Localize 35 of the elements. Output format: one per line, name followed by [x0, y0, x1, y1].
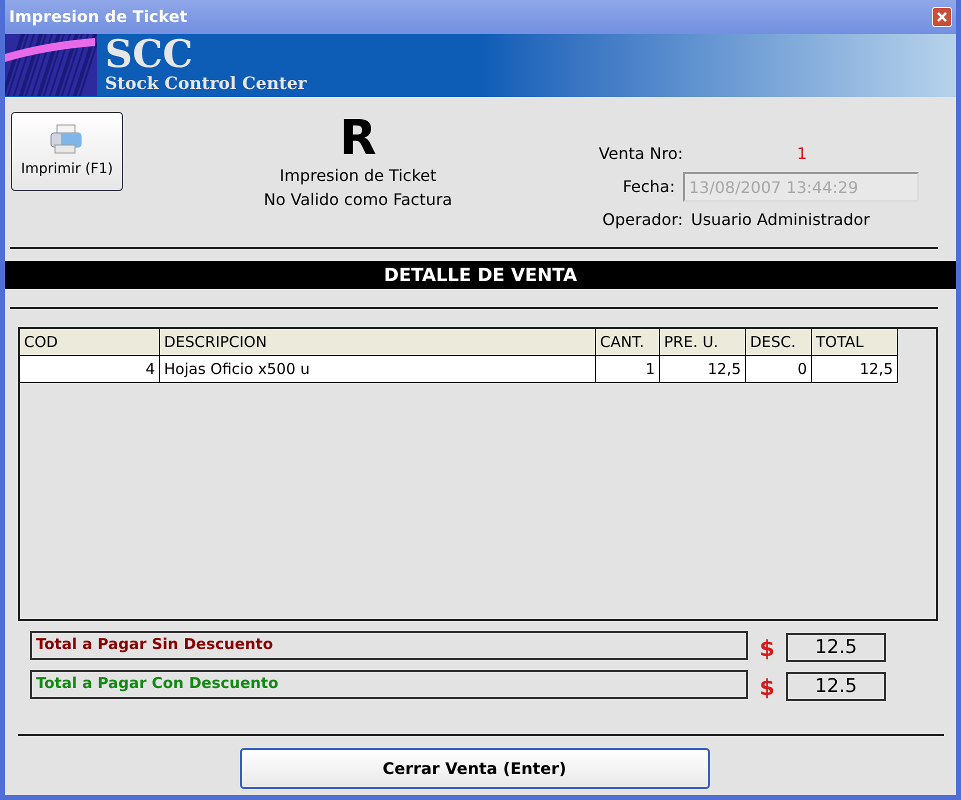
operator-label: Operador:: [601, 209, 683, 231]
total-label-box: Total a Pagar Sin Descuento: [30, 631, 748, 660]
barcode-logo-icon: [5, 34, 97, 96]
ticket-type: Impresion de Ticket: [280, 165, 436, 187]
table-cell: 4: [20, 356, 160, 382]
total-amount: 12.5: [786, 633, 886, 662]
table-cell: Hojas Oficio x500 u: [160, 356, 596, 382]
ticket-notice: No Valido como Factura: [264, 189, 452, 211]
table-cell: 12,5: [660, 356, 746, 382]
column-header[interactable]: TOTAL: [812, 329, 898, 355]
currency-sign: $: [758, 636, 776, 664]
column-header[interactable]: CANT.: [596, 329, 660, 355]
table-cell: 12,5: [812, 356, 898, 382]
total-label-box: Total a Pagar Con Descuento: [30, 670, 748, 699]
total-amount: 12.5: [786, 672, 886, 701]
column-header[interactable]: DESCRIPCION: [160, 329, 596, 355]
sale-number: 1: [796, 143, 808, 165]
print-button[interactable]: Imprimir (F1): [11, 112, 123, 191]
column-header[interactable]: COD: [20, 329, 160, 355]
date-label: Fecha:: [622, 176, 676, 198]
close-button[interactable]: [932, 7, 952, 27]
logo-subtitle: Stock Control Center: [105, 74, 307, 94]
sale-number-label: Venta Nro:: [598, 143, 683, 165]
column-header[interactable]: PRE. U.: [660, 329, 746, 355]
currency-sign: $: [758, 675, 776, 703]
logo-text: SCC: [105, 34, 194, 74]
ticket-letter: R: [340, 112, 376, 164]
window-title: Impresion de Ticket: [9, 6, 188, 28]
column-header[interactable]: DESC.: [746, 329, 812, 355]
section-title: DETALLE DE VENTA: [384, 264, 578, 288]
table-cell: 1: [596, 356, 660, 382]
table-cell: 0: [746, 356, 812, 382]
close-sale-button[interactable]: Cerrar Venta (Enter): [240, 748, 710, 789]
close-icon: [937, 12, 947, 22]
operator-name: Usuario Administrador: [691, 209, 870, 231]
